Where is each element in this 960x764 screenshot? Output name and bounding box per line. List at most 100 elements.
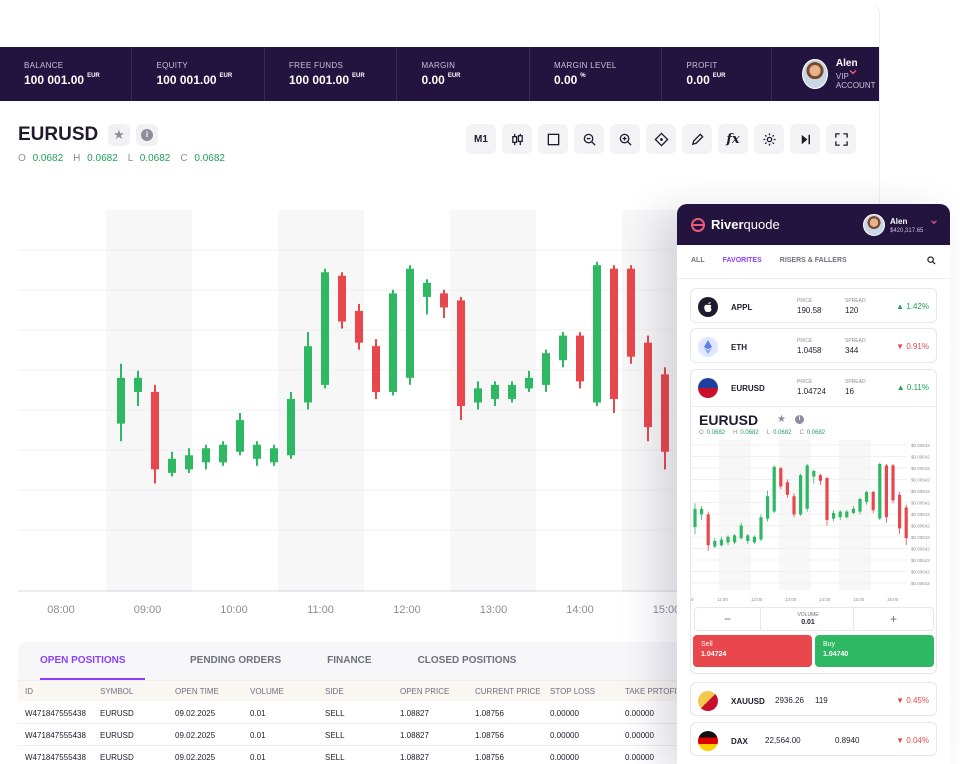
candle-body bbox=[134, 377, 142, 392]
table-cell: W471847555438 bbox=[25, 731, 86, 740]
candle-bullish bbox=[593, 261, 601, 406]
mini-candlestick-chart[interactable]: $0.00642 $0.00642 $0.00642 $0.00642 $0.00642… bbox=[691, 440, 938, 605]
arrow-up-icon: ▲ bbox=[896, 302, 905, 311]
candle-body bbox=[661, 374, 669, 452]
candle-body bbox=[898, 494, 902, 529]
candle-body bbox=[832, 513, 836, 519]
table-cell: SELL bbox=[325, 731, 345, 740]
tab-risers-fallers[interactable]: RISERS & FALLERS bbox=[780, 257, 847, 278]
y-tick-label: $0.00642 bbox=[911, 558, 930, 563]
tab-finance[interactable]: FINANCE bbox=[327, 642, 371, 680]
column-header[interactable]: STOP LOSS bbox=[550, 687, 595, 696]
asset-row-appl[interactable]: APPL PRICE 190.58 SPREAD 120 ▲ 1.42% bbox=[690, 288, 937, 323]
table-cell: SELL bbox=[325, 709, 345, 718]
asset-symbol: APPL bbox=[731, 303, 753, 312]
price-label: PRICE bbox=[797, 338, 813, 344]
gear-icon[interactable] bbox=[754, 124, 784, 154]
star-icon[interactable]: ★ bbox=[777, 414, 786, 425]
table-cell: EURUSD bbox=[100, 709, 134, 718]
ohlc-value: 0.0682 bbox=[32, 153, 64, 164]
spread-label: SPREAD bbox=[845, 298, 866, 304]
ohlc-high: H 0.0682 bbox=[73, 153, 118, 164]
account-equity: EQUITY 100 001.00 EUR bbox=[132, 47, 265, 101]
tab-all[interactable]: ALL bbox=[691, 257, 705, 278]
square-icon[interactable] bbox=[538, 124, 568, 154]
star-icon[interactable]: ★ bbox=[108, 124, 130, 146]
column-header[interactable]: TAKE PRTOFIT bbox=[625, 687, 681, 696]
volume-value[interactable]: 0.01 bbox=[761, 619, 855, 626]
candle-bearish bbox=[818, 473, 822, 485]
y-tick-label: $0.00642 bbox=[911, 570, 930, 575]
avatar bbox=[802, 59, 828, 89]
move-icon[interactable] bbox=[646, 124, 676, 154]
candle-body bbox=[168, 458, 176, 473]
candle-bullish bbox=[733, 534, 737, 544]
asset-row-eth[interactable]: ETH PRICE 1.0458 SPREAD 344 ▼ 0.91% bbox=[690, 328, 937, 363]
skip-icon[interactable] bbox=[790, 124, 820, 154]
candle-bearish bbox=[372, 339, 380, 399]
detail-title: EURUSD bbox=[699, 412, 759, 428]
timeframe-button[interactable]: M1 bbox=[466, 124, 496, 154]
sell-button[interactable]: Sell 1.04724 bbox=[693, 635, 812, 667]
zoom-in-icon[interactable] bbox=[610, 124, 640, 154]
column-header[interactable]: OPEN TIME bbox=[175, 687, 219, 696]
asset-change-value: 0.91% bbox=[906, 342, 929, 351]
column-header[interactable]: VOLUME bbox=[250, 687, 284, 696]
candle-body bbox=[713, 541, 717, 547]
volume-increase-button[interactable]: + bbox=[853, 608, 933, 630]
asset-row-xauusd[interactable]: XAUUSD 2936.26 119 ▼ 0.45% bbox=[690, 682, 937, 716]
pencil-icon[interactable] bbox=[682, 124, 712, 154]
asset-row-dax[interactable]: DAX 22,564.00 0.8940 ▼ 0.04% bbox=[690, 722, 937, 756]
x-tick-label: 14:00 bbox=[566, 604, 594, 616]
candle-bullish bbox=[832, 510, 836, 522]
account-balance: BALANCE 100 001.00 EUR bbox=[0, 47, 133, 101]
fullscreen-icon[interactable] bbox=[826, 124, 856, 154]
function-icon[interactable]: fx bbox=[718, 124, 748, 154]
buy-button[interactable]: Buy 1.04740 bbox=[815, 635, 934, 667]
avatar[interactable] bbox=[863, 214, 885, 236]
candle-body bbox=[865, 492, 869, 502]
candles-icon[interactable] bbox=[502, 124, 532, 154]
candle-bearish bbox=[457, 296, 465, 421]
asset-change-value: 0.45% bbox=[906, 696, 929, 705]
asset-symbol: XAUUSD bbox=[731, 697, 765, 706]
asset-change: ▲ 0.11% bbox=[897, 383, 929, 392]
x-tick-label: 12:00 bbox=[751, 597, 763, 602]
account-value: 100 001.00 bbox=[24, 73, 85, 87]
candle-bullish bbox=[321, 268, 329, 389]
tab-favorites[interactable]: FAVORITES bbox=[723, 257, 762, 278]
ohlc-value: 0.0682 bbox=[773, 430, 792, 436]
candle-body bbox=[491, 384, 499, 399]
chevron-down-icon[interactable] bbox=[848, 67, 858, 77]
account-label: BALANCE bbox=[24, 61, 64, 70]
chevron-down-icon[interactable] bbox=[930, 218, 938, 226]
volume-decrease-button[interactable]: − bbox=[695, 608, 761, 630]
search-icon[interactable] bbox=[927, 256, 936, 265]
candle-bearish bbox=[884, 464, 888, 523]
candle-body bbox=[746, 535, 750, 541]
info-button[interactable]: i bbox=[136, 124, 158, 146]
table-cell: 09.02.2025 bbox=[175, 753, 216, 760]
y-tick-label: $0.00642 bbox=[911, 466, 930, 471]
column-header[interactable]: CURRENT PRICE bbox=[475, 687, 541, 696]
candle-body bbox=[799, 475, 803, 515]
ohlc-key: O bbox=[18, 153, 26, 164]
column-header[interactable]: ID bbox=[25, 687, 33, 696]
candle-bearish bbox=[151, 384, 159, 484]
candle-bearish bbox=[898, 492, 902, 534]
column-header[interactable]: SIDE bbox=[325, 687, 344, 696]
candle-body bbox=[593, 265, 601, 403]
candle-body bbox=[825, 478, 829, 520]
column-header[interactable]: OPEN PRICE bbox=[400, 687, 449, 696]
zoom-out-icon[interactable] bbox=[574, 124, 604, 154]
user-menu[interactable]: Alen VIP ACCOUNT bbox=[772, 47, 879, 101]
tab-pending-orders[interactable]: PENDING ORDERS bbox=[190, 642, 281, 680]
brand-name: Riverquode bbox=[711, 217, 780, 232]
candle-bearish bbox=[871, 490, 875, 513]
asset-price: 1.0458 bbox=[797, 346, 822, 355]
column-header[interactable]: SYMBOL bbox=[100, 687, 133, 696]
tab-open-positions[interactable]: OPEN POSITIONS bbox=[40, 642, 145, 680]
tab-closed-positions[interactable]: CLOSED POSITIONS bbox=[418, 642, 517, 680]
info-icon[interactable]: i bbox=[795, 415, 804, 424]
x-tick-label: 15:00 bbox=[853, 597, 865, 602]
